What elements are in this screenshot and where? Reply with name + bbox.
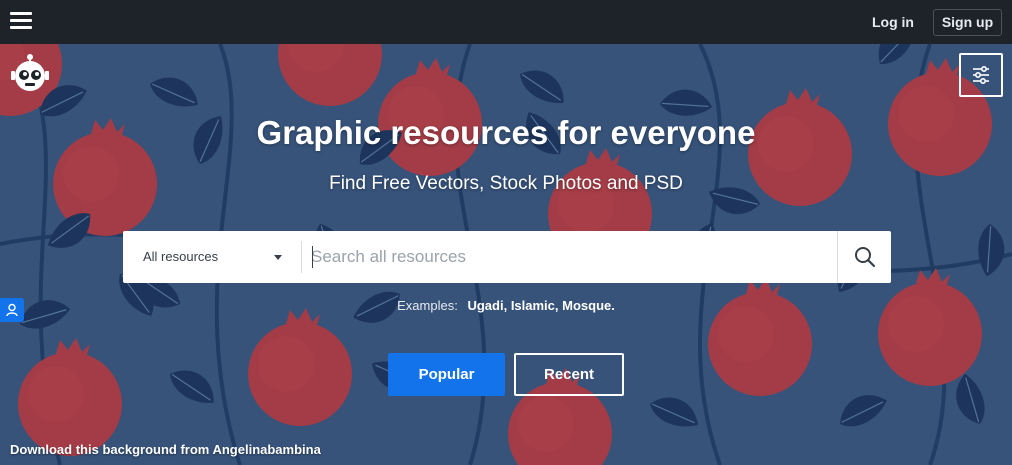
recent-button[interactable]: Recent — [514, 353, 624, 396]
search-divider — [301, 241, 302, 273]
robot-logo-icon[interactable] — [10, 53, 50, 93]
search-input[interactable] — [311, 239, 831, 275]
search-examples: Examples: Ugadi, Islamic, Mosque. — [0, 298, 1012, 313]
user-feedback-icon — [6, 303, 18, 317]
search-icon — [855, 247, 876, 268]
example-link-mosque[interactable]: Mosque. — [562, 298, 615, 313]
search-bar: All resources — [123, 231, 891, 283]
background-credit-link[interactable]: Download this background from Angelinaba… — [10, 442, 321, 457]
signup-button[interactable]: Sign up — [933, 9, 1002, 36]
caret-down-icon — [274, 255, 282, 260]
hamburger-menu-icon[interactable] — [10, 12, 32, 32]
resource-type-label: All resources — [143, 249, 219, 264]
sliders-icon — [973, 65, 989, 85]
examples-label: Examples: — [397, 298, 458, 313]
hero-title: Graphic resources for everyone — [256, 114, 756, 151]
popular-button[interactable]: Popular — [388, 353, 505, 396]
text-cursor — [312, 246, 313, 268]
search-button[interactable] — [837, 231, 891, 283]
example-link-ugadi[interactable]: Ugadi, — [467, 298, 507, 313]
filters-button[interactable] — [959, 53, 1003, 97]
hero-subtitle: Find Free Vectors, Stock Photos and PSD — [329, 173, 683, 194]
resource-type-dropdown[interactable]: All resources — [123, 231, 301, 283]
example-link-islamic[interactable]: Islamic, — [511, 298, 559, 313]
feedback-tab[interactable] — [0, 298, 24, 322]
login-link[interactable]: Log in — [872, 14, 914, 30]
top-navigation-bar: Log in Sign up — [0, 0, 1012, 44]
